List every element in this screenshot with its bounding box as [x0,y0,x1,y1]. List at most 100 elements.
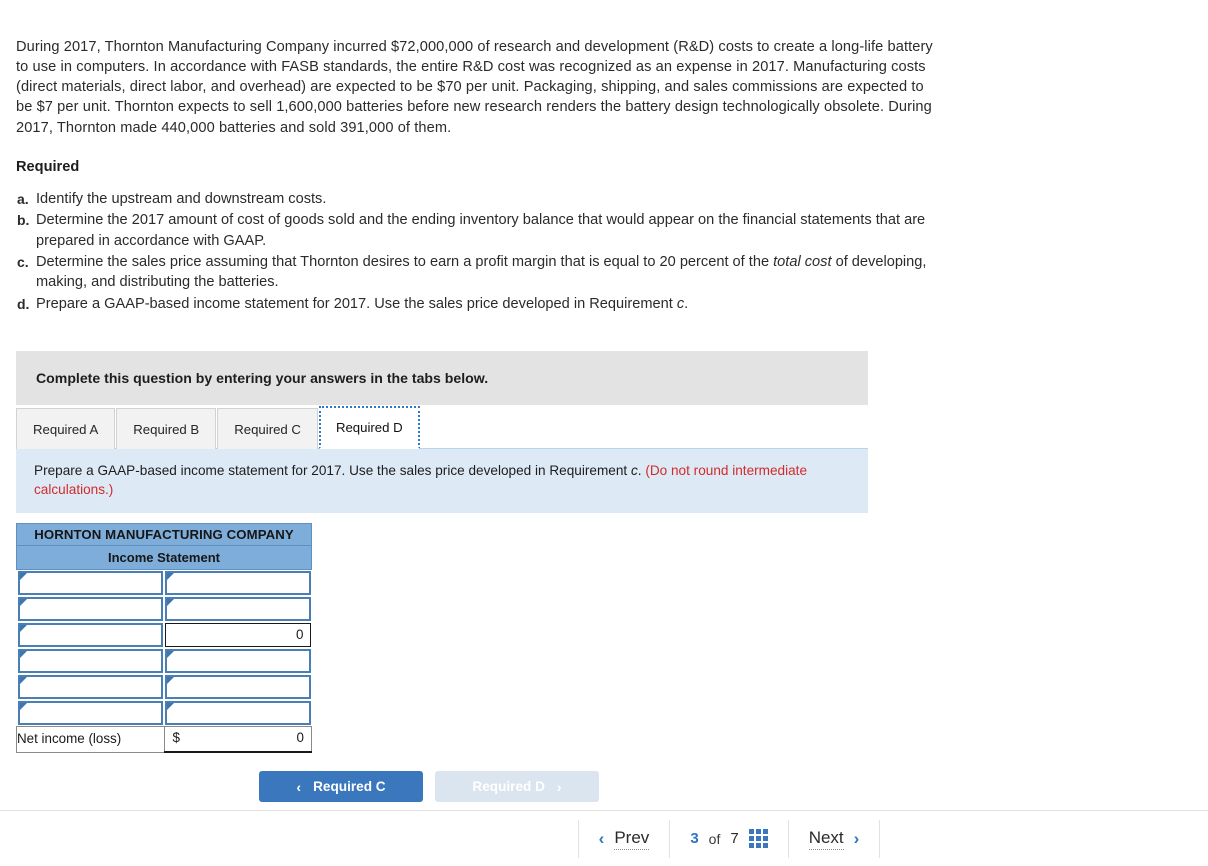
pager-prev-link[interactable]: Prev [614,828,650,850]
grid-cell [755,836,761,841]
income-statement-table: HORNTON MANUFACTURING COMPANY Income Sta… [16,522,312,754]
requirement-c-marker: c. [17,253,29,270]
row-2-amount-input[interactable] [165,596,311,621]
requirement-d-text-after: . [684,295,689,312]
row-2-label-cell[interactable] [17,596,165,622]
requirement-b-marker: b. [17,212,30,229]
table-title-row: HORNTON MANUFACTURING COMPANY [16,522,312,546]
next-requirement-label: Required D [472,779,545,795]
row-1-amount-input[interactable] [165,570,311,595]
row-3-amount-computed: 0 [165,622,311,647]
row-1-amount-cell[interactable] [164,569,312,596]
table-row [17,596,312,622]
grid-cell [748,843,754,848]
pager-chevron-left-icon: ‹ [598,828,605,848]
row-3-amount-cell: 0 [164,622,312,648]
requirement-c-text-before: Determine the sales price assuming that … [36,253,774,270]
requirement-b: b. Determine the 2017 amount of cost of … [16,210,956,251]
pager-divider-right [879,819,881,858]
row-3-label-input[interactable] [17,622,163,647]
table-row [17,700,312,727]
tab-required-b[interactable]: Required B [116,407,217,449]
requirement-a-marker: a. [17,191,29,208]
tab-required-a[interactable]: Required A [16,407,116,449]
requirement-d-text-before: Prepare a GAAP-based income statement fo… [36,295,677,312]
table-row [17,648,312,674]
row-6-amount-input[interactable] [165,700,311,725]
sub-instruction-banner: Prepare a GAAP-based income statement fo… [16,448,868,513]
bottom-pager-bar: ‹ Prev 3 of 7 Next › [0,810,1208,866]
next-requirement-button[interactable]: Required D › [435,771,599,803]
table-row [17,569,312,596]
tab-strip: Required A Required B Required C Require… [16,404,868,449]
requirement-a: a. Identify the upstream and downstream … [16,189,956,209]
row-1-label-cell[interactable] [17,569,165,596]
net-income-value: 0 [296,729,304,745]
row-2-amount-cell[interactable] [164,596,312,622]
grid-icon[interactable] [748,829,768,848]
row-5-label-cell[interactable] [17,674,165,700]
sub-instruction-text: Prepare a GAAP-based income statement fo… [34,462,631,478]
row-5-amount-cell[interactable] [164,674,312,700]
grid-cell [755,843,761,848]
requirement-b-text: Determine the 2017 amount of cost of goo… [36,212,926,249]
requirement-c: c. Determine the sales price assuming th… [16,252,956,293]
requirement-d: d. Prepare a GAAP-based income statement… [16,294,956,314]
row-4-amount-input[interactable] [165,648,311,673]
pager-next-segment[interactable]: Next › [789,820,880,858]
pager-total-pages: 7 [730,830,739,847]
row-6-label-cell[interactable] [17,700,165,727]
grid-cell [748,836,754,841]
row-2-label-input[interactable] [17,596,163,621]
net-income-currency: $ [172,729,180,745]
grid-cell [755,829,761,834]
problem-stem: During 2017, Thornton Manufacturing Comp… [16,38,933,136]
grid-cell [748,829,754,834]
net-income-label: Net income (loss) [16,725,165,753]
chevron-left-icon: ‹ [296,778,302,795]
pager-next-link[interactable]: Next [808,828,844,850]
pager-current-page: 3 [690,830,699,847]
requirement-d-marker: d. [17,295,30,312]
required-heading: Required [16,159,80,176]
question-content: During 2017, Thornton Manufacturing Comp… [0,0,1208,314]
pager-prev-segment[interactable]: ‹ Prev [579,820,670,858]
instruction-banner: Complete this question by entering your … [16,350,868,405]
answer-panel: Complete this question by entering your … [16,350,868,513]
row-4-amount-cell[interactable] [164,648,312,674]
pager-count-segment: 3 of 7 [670,820,787,858]
grid-cell [762,829,768,834]
requirement-nav-buttons: ‹ Required C Required D › [259,771,1208,803]
statement-title-header: Income Statement [16,545,312,570]
pager-chevron-right-icon: › [853,828,860,848]
prev-requirement-label: Required C [313,779,386,795]
question-page: During 2017, Thornton Manufacturing Comp… [0,0,1208,866]
pager-of-label: of [708,830,721,847]
sub-instruction-emphasis: c [630,462,638,478]
net-income-row: Net income (loss) $ 0 [16,725,312,754]
row-5-label-input[interactable] [17,674,163,699]
chevron-right-icon: › [556,778,562,795]
net-income-amount-cell: $ 0 [163,725,312,754]
tab-required-d[interactable]: Required D [318,405,420,449]
company-name-header: HORNTON MANUFACTURING COMPANY [16,522,312,546]
requirement-a-text: Identify the upstream and downstream cos… [36,191,327,208]
row-4-label-input[interactable] [17,648,163,673]
tab-required-c[interactable]: Required C [217,407,318,449]
row-4-label-cell[interactable] [17,648,165,674]
table-subtitle-row: Income Statement [16,545,312,570]
grid-cell [762,843,768,848]
table-row [17,674,312,700]
row-3-label-cell[interactable] [17,622,165,648]
income-statement-wrap: HORNTON MANUFACTURING COMPANY Income Sta… [16,522,312,754]
pager: ‹ Prev 3 of 7 Next › [577,811,881,866]
row-1-label-input[interactable] [17,570,163,595]
row-6-label-input[interactable] [17,700,163,725]
row-5-amount-input[interactable] [165,674,311,699]
prev-requirement-button[interactable]: ‹ Required C [259,771,423,803]
grid-cell [762,836,768,841]
requirement-c-emphasis: total cost [773,253,832,270]
requirements-list: a. Identify the upstream and downstream … [16,189,1192,314]
row-6-amount-cell[interactable] [164,700,312,727]
table-row: 0 [17,622,312,648]
